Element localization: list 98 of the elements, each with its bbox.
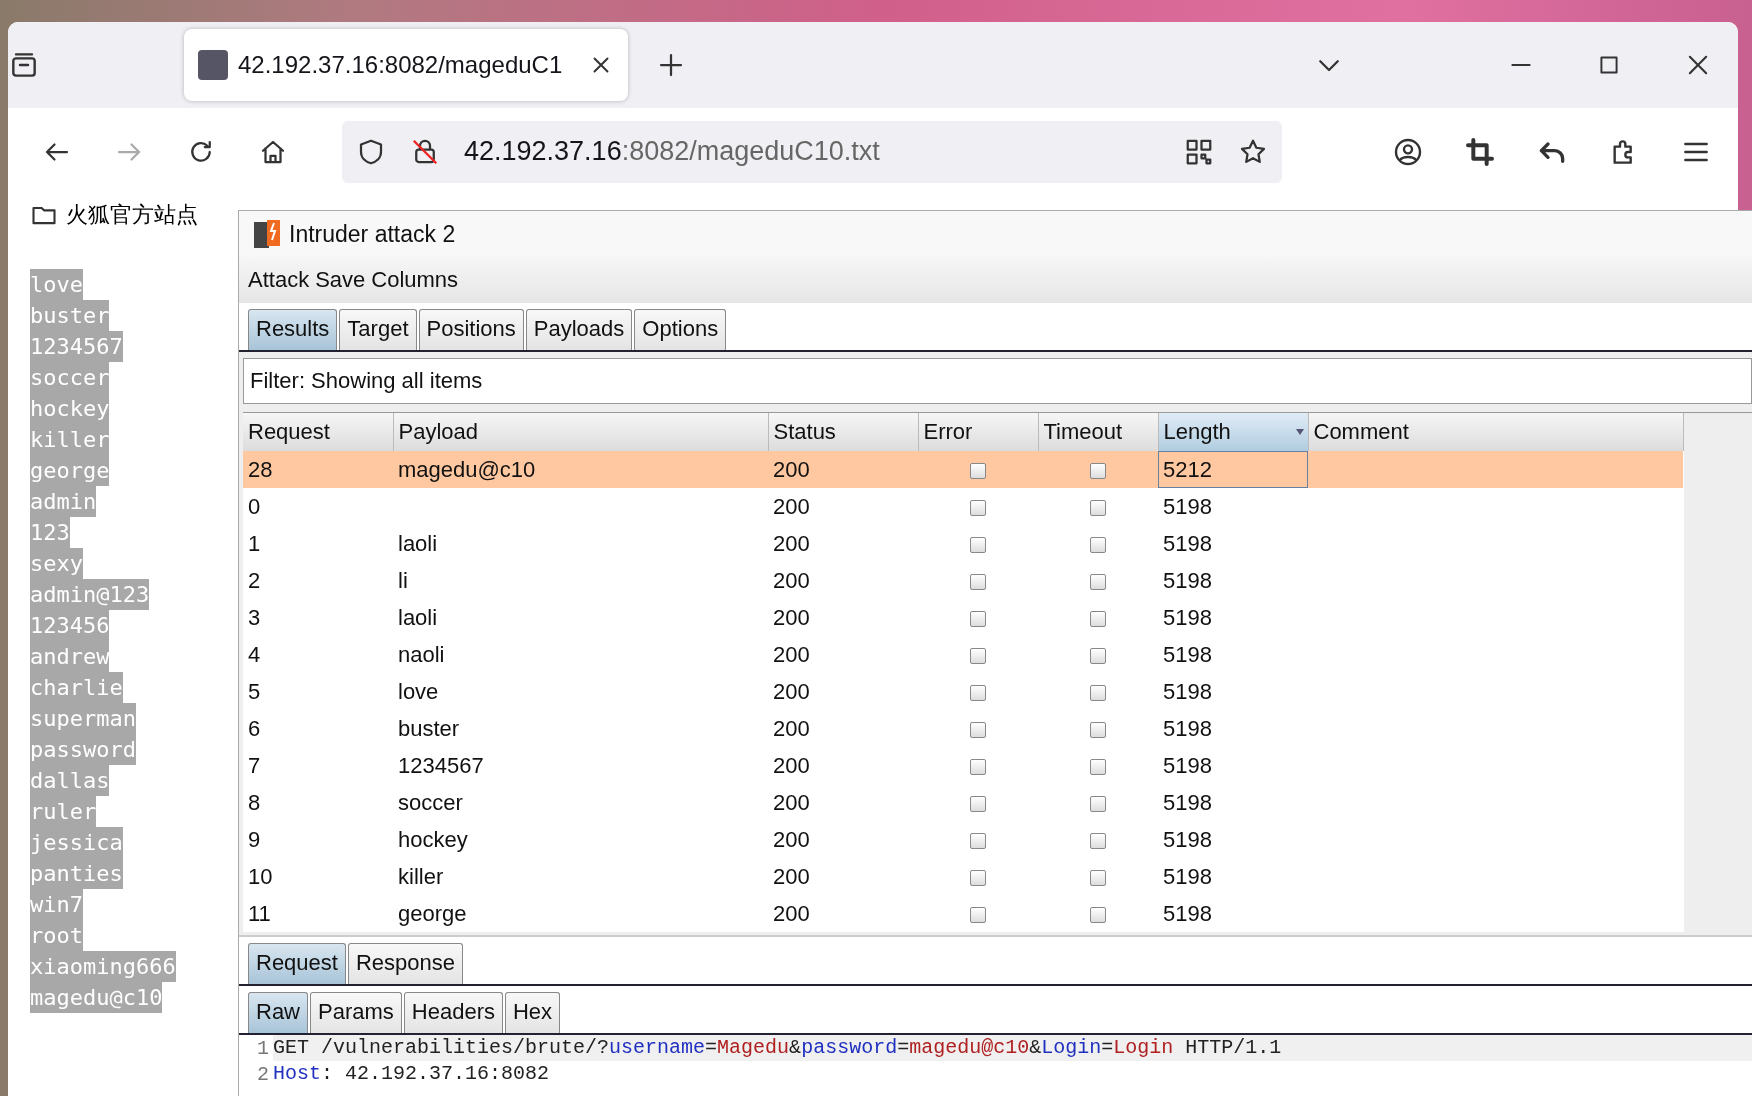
result-row[interactable]: 5 love 200 5198 xyxy=(243,673,1683,710)
table-cell: 5198 xyxy=(1158,488,1308,525)
table-cell: 200 xyxy=(768,673,918,710)
table-cell: 200 xyxy=(768,636,918,673)
result-row[interactable]: 11 george 200 5198 xyxy=(243,895,1683,932)
browser-tab[interactable]: 42.192.37.16:8082/mageduC1 xyxy=(184,29,628,101)
column-header[interactable]: Timeout xyxy=(1038,413,1158,451)
table-cell: 5198 xyxy=(1158,858,1308,895)
table-cell: love xyxy=(393,673,768,710)
table-cell: 200 xyxy=(768,525,918,562)
table-cell: 200 xyxy=(768,895,918,932)
line-number: 2 xyxy=(256,1062,270,1086)
table-cell: laoli xyxy=(393,525,768,562)
table-cell: 5198 xyxy=(1158,710,1308,747)
tab[interactable]: Results xyxy=(248,309,338,350)
column-header[interactable]: Request xyxy=(243,413,393,451)
table-cell: 1234567 xyxy=(393,747,768,784)
tab[interactable]: Response xyxy=(347,943,464,984)
table-cell: george xyxy=(393,895,768,932)
table-cell: 5198 xyxy=(1158,747,1308,784)
table-cell: 5 xyxy=(243,673,393,710)
tab[interactable]: Hex xyxy=(504,992,561,1033)
column-header[interactable]: Status xyxy=(768,413,918,451)
table-cell: 4 xyxy=(243,636,393,673)
result-row[interactable]: 0 200 5198 xyxy=(243,488,1683,525)
result-row[interactable]: 3 laoli 200 5198 xyxy=(243,599,1683,636)
table-cell: 5198 xyxy=(1158,525,1308,562)
address-bar[interactable]: 42.192.37.16:8082/mageduC10.txt xyxy=(342,120,1282,183)
table-cell: buster xyxy=(393,710,768,747)
tab[interactable]: Positions xyxy=(418,309,524,350)
table-cell: 5212 xyxy=(1158,451,1308,488)
menu-item[interactable]: Attack xyxy=(248,267,310,293)
crop-icon[interactable] xyxy=(1464,135,1496,168)
table-cell: 200 xyxy=(768,451,918,488)
table-cell: 1 xyxy=(243,525,393,562)
table-cell: soccer xyxy=(393,784,768,821)
result-row[interactable]: 9 hockey 200 5198 xyxy=(243,821,1683,858)
result-row[interactable]: 1 laoli 200 5198 xyxy=(243,525,1683,562)
app-logo-icon xyxy=(251,218,283,250)
tab[interactable]: Params xyxy=(310,992,402,1033)
table-cell: 200 xyxy=(768,488,918,525)
table-cell: 5198 xyxy=(1158,895,1308,932)
result-row[interactable]: 8 soccer 200 5198 xyxy=(243,784,1683,821)
table-cell: 2 xyxy=(243,562,393,599)
table-cell: 0 xyxy=(243,488,393,525)
table-cell: 5198 xyxy=(1158,673,1308,710)
column-header[interactable]: Payload xyxy=(393,413,768,451)
table-cell: 200 xyxy=(768,599,918,636)
menu-item[interactable]: Columns xyxy=(371,267,459,293)
table-cell: magedu@c10 xyxy=(393,451,768,488)
bookmark-link[interactable]: 火狐官方站点 xyxy=(66,200,198,230)
tab[interactable]: Target xyxy=(339,309,417,350)
table-cell: 3 xyxy=(243,599,393,636)
menu-item[interactable]: Save xyxy=(315,267,366,293)
table-cell: li xyxy=(393,562,768,599)
table-cell: 200 xyxy=(768,858,918,895)
result-row[interactable]: 28 magedu@c10 200 5212 xyxy=(243,451,1683,488)
table-cell: 11 xyxy=(243,895,393,932)
result-row[interactable]: 2 li 200 5198 xyxy=(243,562,1683,599)
url-text: 42.192.37.16:8082/mageduC10.txt xyxy=(464,136,881,167)
result-row[interactable]: 6 buster 200 5198 xyxy=(243,710,1683,747)
table-cell: 200 xyxy=(768,784,918,821)
column-header[interactable]: Error xyxy=(918,413,1038,451)
line-number: 1 xyxy=(256,1036,270,1060)
table-cell: 6 xyxy=(243,710,393,747)
table-cell: 200 xyxy=(768,710,918,747)
table-cell: 200 xyxy=(768,562,918,599)
tab[interactable]: Headers xyxy=(403,992,503,1033)
table-cell: killer xyxy=(393,858,768,895)
column-header[interactable]: Comment xyxy=(1308,413,1683,451)
table-cell: hockey xyxy=(393,821,768,858)
table-cell: 10 xyxy=(243,858,393,895)
table-cell: 9 xyxy=(243,821,393,858)
table-cell: laoli xyxy=(393,599,768,636)
tab[interactable]: Options xyxy=(634,309,727,350)
table-cell: 5198 xyxy=(1158,821,1308,858)
result-row[interactable]: 7 1234567 200 5198 xyxy=(243,747,1683,784)
tab[interactable]: Raw xyxy=(248,992,308,1033)
tab[interactable]: Payloads xyxy=(525,309,633,350)
table-cell: naoli xyxy=(393,636,768,673)
table-cell: 28 xyxy=(243,451,393,488)
table-cell: 5198 xyxy=(1158,562,1308,599)
filter-bar[interactable]: Filter: Showing all items xyxy=(243,358,1752,404)
window-title: Intruder attack 2 xyxy=(289,220,456,248)
tab-title: 42.192.37.16:8082/mageduC1 xyxy=(238,51,564,79)
table-cell: 5198 xyxy=(1158,784,1308,821)
favicon-icon xyxy=(198,50,228,80)
result-row[interactable]: 10 killer 200 5198 xyxy=(243,858,1683,895)
table-cell: 200 xyxy=(768,747,918,784)
tab[interactable]: Request xyxy=(248,943,346,984)
table-cell: 5198 xyxy=(1158,636,1308,673)
table-cell: 8 xyxy=(243,784,393,821)
table-cell: 7 xyxy=(243,747,393,784)
table-cell: 200 xyxy=(768,821,918,858)
code-line: Host: 42.192.37.16:8082 xyxy=(273,1061,551,1087)
column-header[interactable]: Length xyxy=(1158,413,1308,451)
table-cell: 5198 xyxy=(1158,599,1308,636)
result-row[interactable]: 4 naoli 200 5198 xyxy=(243,636,1683,673)
